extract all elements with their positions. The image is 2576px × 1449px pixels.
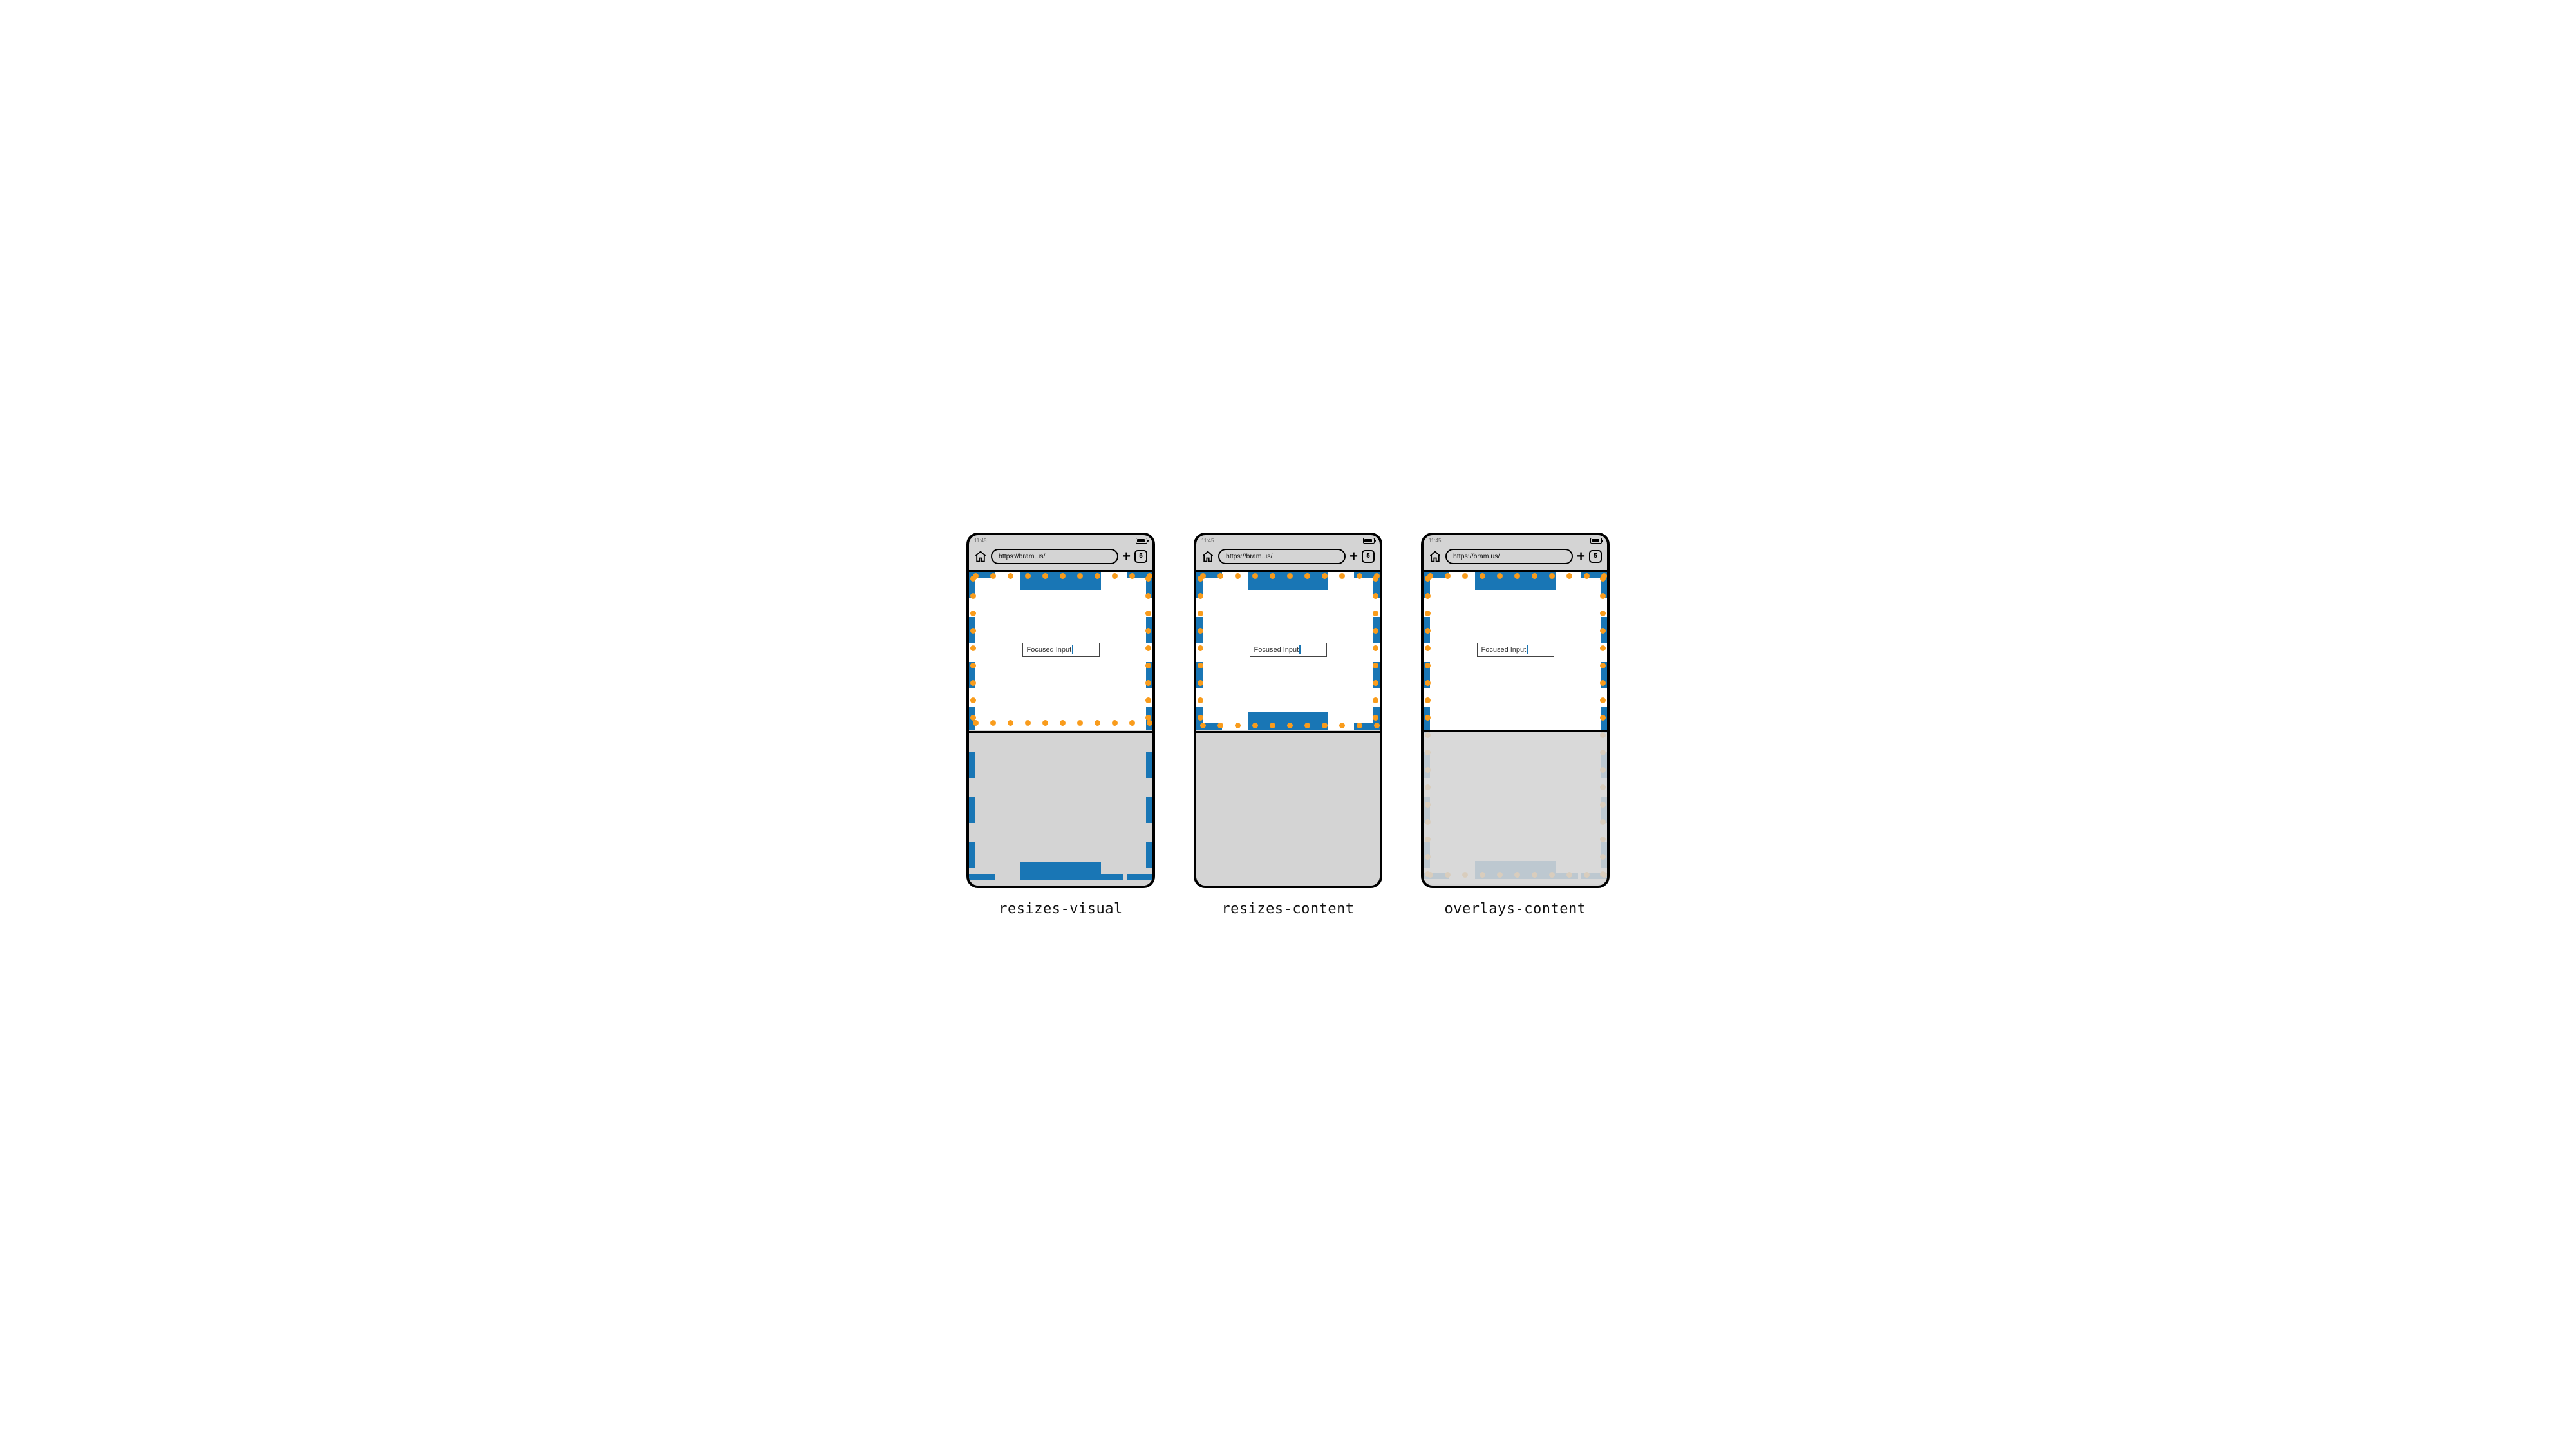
status-time: 11:45 bbox=[1429, 538, 1441, 544]
focused-input[interactable]: Focused Input bbox=[1250, 643, 1327, 657]
browser-toolbar: https://bram.us/ + 5 bbox=[969, 547, 1152, 570]
url-text: https://bram.us/ bbox=[999, 553, 1045, 560]
battery-icon bbox=[1136, 538, 1147, 544]
tab-switcher[interactable]: 5 bbox=[1589, 550, 1602, 563]
virtual-keyboard bbox=[1196, 731, 1380, 886]
tab-count: 5 bbox=[1366, 553, 1370, 560]
fixed-bottom-bar bbox=[1020, 862, 1101, 880]
input-value: Focused Input bbox=[1254, 646, 1299, 654]
visual-viewport-dots-top bbox=[1427, 573, 1607, 579]
caption-2: resizes-content bbox=[1221, 901, 1354, 917]
caption-1: resizes-visual bbox=[999, 901, 1122, 917]
focused-input[interactable]: Focused Input bbox=[1022, 643, 1100, 657]
caret-icon bbox=[1299, 645, 1301, 654]
visual-viewport-dots-left bbox=[1198, 576, 1203, 721]
visual-viewport-dots-top bbox=[973, 573, 1152, 579]
home-icon[interactable] bbox=[974, 550, 987, 563]
status-time: 11:45 bbox=[1201, 538, 1214, 544]
layout-marker bbox=[969, 842, 975, 868]
diagram-stage: 11:45 https://bram.us/ + 5 bbox=[941, 507, 1635, 943]
tab-count: 5 bbox=[1139, 553, 1143, 560]
phone-mock-2: 11:45 https://bram.us/ + 5 bbox=[1194, 533, 1382, 888]
tab-count: 5 bbox=[1594, 553, 1597, 560]
battery-icon bbox=[1363, 538, 1375, 544]
layout-marker bbox=[1146, 797, 1152, 823]
layout-marker bbox=[1146, 752, 1152, 778]
visual-viewport-dots-right bbox=[1373, 576, 1378, 721]
virtual-keyboard bbox=[969, 731, 1152, 886]
status-bar: 11:45 bbox=[1196, 535, 1380, 547]
visual-viewport-dots-bottom bbox=[973, 720, 1152, 726]
column-resizes-visual: 11:45 https://bram.us/ + 5 bbox=[966, 533, 1155, 917]
url-bar[interactable]: https://bram.us/ bbox=[991, 549, 1118, 564]
status-bar: 11:45 bbox=[969, 535, 1152, 547]
browser-toolbar: https://bram.us/ + 5 bbox=[1424, 547, 1607, 570]
status-time: 11:45 bbox=[974, 538, 986, 544]
url-text: https://bram.us/ bbox=[1226, 553, 1272, 560]
column-overlays-content: 11:45 https://bram.us/ + 5 bbox=[1421, 533, 1610, 917]
visual-viewport: Focused Input bbox=[969, 572, 1152, 730]
url-text: https://bram.us/ bbox=[1453, 553, 1500, 560]
caret-icon bbox=[1072, 645, 1073, 654]
new-tab-icon[interactable]: + bbox=[1122, 549, 1131, 564]
caret-icon bbox=[1527, 645, 1528, 654]
virtual-keyboard bbox=[1424, 730, 1607, 884]
column-resizes-content: 11:45 https://bram.us/ + 5 bbox=[1194, 533, 1382, 917]
layout-viewport: Focused Input bbox=[1424, 572, 1607, 884]
url-bar[interactable]: https://bram.us/ bbox=[1445, 549, 1573, 564]
battery-icon bbox=[1590, 538, 1602, 544]
tab-switcher[interactable]: 5 bbox=[1134, 550, 1147, 563]
home-icon[interactable] bbox=[1201, 550, 1214, 563]
layout-marker bbox=[1127, 874, 1152, 880]
browser-toolbar: https://bram.us/ + 5 bbox=[1196, 547, 1380, 570]
visual-viewport-dots-bottom bbox=[1200, 723, 1380, 728]
home-icon[interactable] bbox=[1429, 550, 1442, 563]
tab-switcher[interactable]: 5 bbox=[1362, 550, 1375, 563]
input-value: Focused Input bbox=[1027, 646, 1072, 654]
layout-viewport: Focused Input bbox=[1196, 572, 1380, 730]
visual-viewport-dots-top bbox=[1200, 573, 1380, 579]
visual-viewport-dots-left bbox=[970, 576, 976, 721]
layout-marker bbox=[969, 797, 975, 823]
url-bar[interactable]: https://bram.us/ bbox=[1218, 549, 1346, 564]
phone-mock-3: 11:45 https://bram.us/ + 5 bbox=[1421, 533, 1610, 888]
new-tab-icon[interactable]: + bbox=[1349, 549, 1358, 564]
phone-mock-1: 11:45 https://bram.us/ + 5 bbox=[966, 533, 1155, 888]
status-bar: 11:45 bbox=[1424, 535, 1607, 547]
layout-marker bbox=[969, 752, 975, 778]
layout-marker bbox=[1146, 842, 1152, 868]
layout-marker bbox=[969, 874, 995, 880]
input-value: Focused Input bbox=[1481, 646, 1527, 654]
new-tab-icon[interactable]: + bbox=[1577, 549, 1585, 564]
visual-viewport-dots-right bbox=[1145, 576, 1151, 721]
layout-marker bbox=[1072, 874, 1123, 880]
focused-input[interactable]: Focused Input bbox=[1477, 643, 1554, 657]
caption-3: overlays-content bbox=[1445, 901, 1586, 917]
